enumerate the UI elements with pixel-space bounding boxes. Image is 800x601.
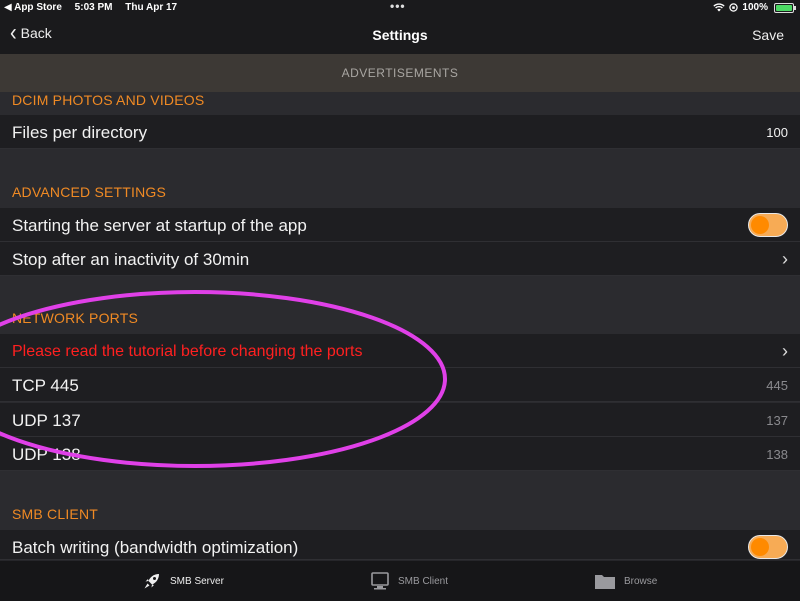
tutorial-warning-label: Please read the tutorial before changing… bbox=[12, 343, 363, 360]
advertisement-banner[interactable]: ADVERTISEMENTS bbox=[0, 54, 800, 92]
tab-smb-server-label: SMB Server bbox=[170, 575, 224, 587]
udp137-value[interactable]: 137 bbox=[766, 413, 788, 428]
batch-writing-toggle[interactable] bbox=[748, 535, 788, 559]
battery-percent: 100% bbox=[742, 2, 768, 13]
multitasking-dots[interactable]: ••• bbox=[390, 0, 406, 13]
rocket-icon bbox=[142, 571, 162, 591]
udp138-value[interactable]: 138 bbox=[766, 447, 788, 462]
status-date: Thu Apr 17 bbox=[125, 2, 178, 13]
toggle-knob bbox=[751, 538, 769, 556]
tcp445-label: TCP 445 bbox=[12, 376, 79, 395]
batch-writing-label: Batch writing (bandwidth optimization) bbox=[12, 538, 299, 557]
status-right: 100% bbox=[713, 2, 796, 13]
wifi-icon bbox=[713, 3, 726, 12]
startup-server-label: Starting the server at startup of the ap… bbox=[12, 216, 307, 235]
section-header-dcim: DCIM PHOTOS AND VIDEOS bbox=[12, 92, 205, 108]
tab-browse-label: Browse bbox=[624, 575, 658, 587]
status-left: ◀ App Store 5:03 PM Thu Apr 17 bbox=[4, 2, 187, 13]
startup-server-toggle[interactable] bbox=[748, 213, 788, 237]
status-bar: ◀ App Store 5:03 PM Thu Apr 17 ••• 100% bbox=[0, 0, 800, 16]
page-title: Settings bbox=[372, 27, 428, 43]
section-header-network-ports: NETWORK PORTS bbox=[12, 310, 139, 326]
udp138-label: UDP 138 bbox=[12, 445, 81, 464]
toggle-knob bbox=[751, 216, 769, 234]
startup-server-row: Starting the server at startup of the ap… bbox=[0, 208, 800, 242]
tcp445-value[interactable]: 445 bbox=[766, 378, 788, 393]
tab-bar: SMB Server SMB Client Browse bbox=[0, 560, 800, 601]
save-button[interactable]: Save bbox=[752, 27, 784, 43]
chevron-right-icon: › bbox=[782, 249, 788, 269]
tutorial-row[interactable]: Please read the tutorial before changing… bbox=[0, 334, 800, 368]
inactivity-row[interactable]: Stop after an inactivity of 30min › bbox=[0, 242, 800, 276]
files-per-directory-row[interactable]: Files per directory 100 bbox=[0, 115, 800, 149]
udp137-row[interactable]: UDP 137 137 bbox=[0, 403, 800, 437]
battery-icon bbox=[774, 2, 796, 13]
batch-writing-row: Batch writing (bandwidth optimization) bbox=[0, 530, 800, 560]
tab-smb-client-label: SMB Client bbox=[398, 575, 449, 587]
tab-browse[interactable]: Browse bbox=[594, 571, 657, 591]
files-per-directory-label: Files per directory bbox=[12, 123, 148, 142]
section-header-smb-client: SMB CLIENT bbox=[12, 506, 99, 522]
rotation-lock-icon bbox=[729, 3, 739, 12]
udp138-row[interactable]: UDP 138 138 bbox=[0, 437, 800, 471]
tab-smb-client[interactable]: SMB Client bbox=[370, 571, 448, 591]
chevron-right-icon: › bbox=[782, 341, 788, 361]
inactivity-label: Stop after an inactivity of 30min bbox=[12, 250, 250, 269]
tab-smb-server[interactable]: SMB Server bbox=[142, 571, 224, 591]
tcp445-row[interactable]: TCP 445 445 bbox=[0, 368, 800, 402]
monitor-icon bbox=[370, 571, 390, 591]
files-per-directory-value[interactable]: 100 bbox=[766, 125, 788, 140]
status-time: 5:03 PM bbox=[74, 2, 113, 13]
folder-icon bbox=[594, 571, 616, 591]
navigation-bar: ‹ Back Settings Save bbox=[0, 16, 800, 54]
udp137-label: UDP 137 bbox=[12, 411, 81, 430]
section-header-advanced: ADVANCED SETTINGS bbox=[12, 184, 167, 200]
back-to-app-link[interactable]: ◀ App Store bbox=[4, 2, 62, 13]
